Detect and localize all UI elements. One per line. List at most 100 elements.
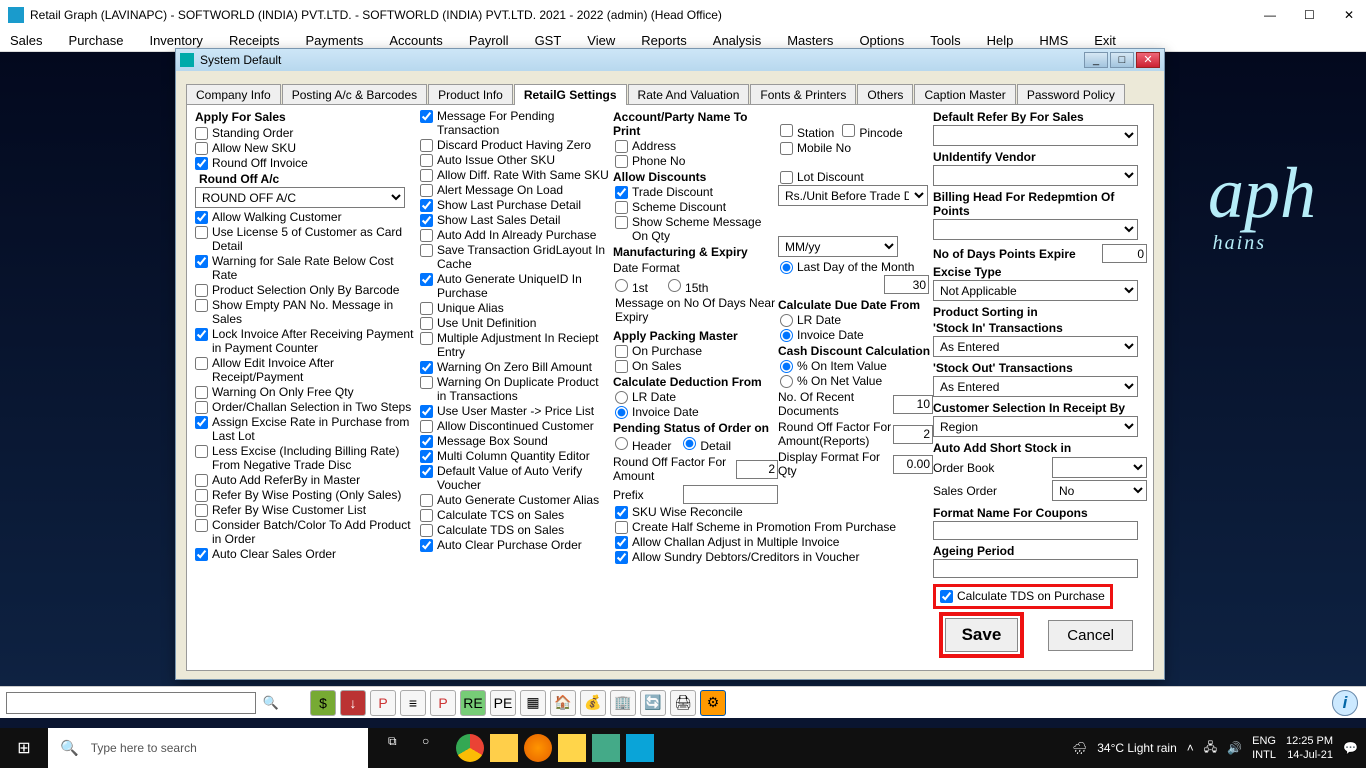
radio-invoice-date-ded[interactable] <box>615 406 628 419</box>
chk-auto-gen-cust-alias[interactable] <box>420 494 433 507</box>
tab-retailg-settings[interactable]: RetailG Settings <box>514 84 627 105</box>
menu-tools[interactable]: Tools <box>930 33 960 48</box>
chk-use-user-master-pricelist[interactable] <box>420 405 433 418</box>
chk-calc-tds-purchase[interactable] <box>940 590 953 603</box>
toolbar-icon-11[interactable]: 🏢 <box>610 690 636 716</box>
chk-consider-batch[interactable] <box>195 519 208 532</box>
radio-lr-date-ded[interactable] <box>615 391 628 404</box>
toolbar-icon-10[interactable]: 💰 <box>580 690 606 716</box>
chk-empty-pan[interactable] <box>195 299 208 312</box>
chrome-icon[interactable] <box>456 734 484 762</box>
chk-msg-box-sound[interactable] <box>420 435 433 448</box>
unidentify-vendor-select[interactable] <box>933 165 1138 186</box>
notifications-icon[interactable]: 💬 <box>1343 741 1358 755</box>
display-format-qty-input[interactable] <box>893 455 933 474</box>
cancel-button[interactable]: Cancel <box>1048 620 1133 651</box>
tab-product-info[interactable]: Product Info <box>428 84 513 105</box>
toolbar-icon-2[interactable]: ↓ <box>340 690 366 716</box>
tab-password-policy[interactable]: Password Policy <box>1017 84 1125 105</box>
radio-1st[interactable] <box>615 279 628 292</box>
chk-show-last-purchase[interactable] <box>420 199 433 212</box>
chk-multi-col-qty-editor[interactable] <box>420 450 433 463</box>
menu-gst[interactable]: GST <box>535 33 562 48</box>
network-icon[interactable]: 🖧 <box>1204 738 1217 759</box>
app-search-input[interactable] <box>6 692 256 714</box>
chk-assign-excise-rate[interactable] <box>195 416 208 429</box>
search-icon[interactable]: 🔍 <box>260 692 282 714</box>
order-book-select[interactable] <box>1052 457 1147 478</box>
chk-allow-new-sku[interactable] <box>195 142 208 155</box>
save-button[interactable]: Save <box>945 618 1019 652</box>
ageing-period-input[interactable] <box>933 559 1138 578</box>
chk-order-challan-two-steps[interactable] <box>195 401 208 414</box>
chk-pincode[interactable] <box>842 124 855 137</box>
minimize-icon[interactable]: — <box>1264 8 1278 22</box>
stock-in-select[interactable]: As Entered <box>933 336 1138 357</box>
chk-calc-tds-sales[interactable] <box>420 524 433 537</box>
toolbar-icon-9[interactable]: 🏠 <box>550 690 576 716</box>
chk-station[interactable] <box>780 124 793 137</box>
toolbar-icon-4[interactable]: ≡ <box>400 690 426 716</box>
default-refer-by-select[interactable] <box>933 125 1138 146</box>
menu-inventory[interactable]: Inventory <box>149 33 202 48</box>
toolbar-icon-13[interactable]: 🖨 <box>670 690 696 716</box>
round-off-factor-input[interactable] <box>736 460 778 479</box>
menu-analysis[interactable]: Analysis <box>713 33 761 48</box>
menu-options[interactable]: Options <box>859 33 904 48</box>
chk-create-half-scheme[interactable] <box>615 521 628 534</box>
menu-payroll[interactable]: Payroll <box>469 33 509 48</box>
clock[interactable]: 12:25 PM14-Jul-21 <box>1286 734 1333 762</box>
taskbar-search[interactable]: 🔍 Type here to search <box>48 728 368 768</box>
rof-reports-input[interactable] <box>893 425 933 444</box>
chk-auto-clear-sales-order[interactable] <box>195 548 208 561</box>
chk-allow-sundry[interactable] <box>615 551 628 564</box>
stock-out-select[interactable]: As Entered <box>933 376 1138 397</box>
menu-view[interactable]: View <box>587 33 615 48</box>
chk-lot-discount[interactable] <box>780 171 793 184</box>
menu-purchase[interactable]: Purchase <box>69 33 124 48</box>
chk-product-sel-barcode[interactable] <box>195 284 208 297</box>
app-icon-1[interactable] <box>592 734 620 762</box>
file-explorer-icon[interactable] <box>490 734 518 762</box>
chk-phone[interactable] <box>615 155 628 168</box>
cust-sel-receipt-select[interactable]: Region <box>933 416 1138 437</box>
tab-others[interactable]: Others <box>857 84 913 105</box>
sticky-notes-icon[interactable] <box>558 734 586 762</box>
chk-referby-customer-list[interactable] <box>195 504 208 517</box>
app-icon-2[interactable] <box>626 734 654 762</box>
task-view-icon[interactable]: ⧉ <box>388 734 416 762</box>
chk-allow-discontinued-cust[interactable] <box>420 420 433 433</box>
chk-allow-edit-invoice[interactable] <box>195 357 208 370</box>
chk-round-off-invoice[interactable] <box>195 157 208 170</box>
chk-referby-posting[interactable] <box>195 489 208 502</box>
menu-hms[interactable]: HMS <box>1039 33 1068 48</box>
chk-scheme-discount[interactable] <box>615 201 628 214</box>
menu-reports[interactable]: Reports <box>641 33 687 48</box>
toolbar-icon-5[interactable]: P <box>430 690 456 716</box>
chk-alert-on-load[interactable] <box>420 184 433 197</box>
chk-mobile[interactable] <box>780 142 793 155</box>
billing-head-select[interactable] <box>933 219 1138 240</box>
chk-sku-reconcile[interactable] <box>615 506 628 519</box>
dialog-minimize-icon[interactable]: _ <box>1084 52 1108 68</box>
toolbar-icon-1[interactable]: $ <box>310 690 336 716</box>
chk-default-auto-verify[interactable] <box>420 465 433 478</box>
tab-rate-valuation[interactable]: Rate And Valuation <box>628 84 750 105</box>
chk-warn-sale-rate[interactable] <box>195 255 208 268</box>
radio-invoice-date-due[interactable] <box>780 329 793 342</box>
radio-pct-net-value[interactable] <box>780 375 793 388</box>
chk-auto-issue-other-sku[interactable] <box>420 154 433 167</box>
start-button[interactable]: ⊞ <box>0 728 48 768</box>
toolbar-icon-7[interactable]: PE <box>490 690 516 716</box>
menu-masters[interactable]: Masters <box>787 33 833 48</box>
days-points-expire-input[interactable] <box>1102 244 1147 263</box>
days-expiry-input[interactable] <box>884 275 929 294</box>
menu-receipts[interactable]: Receipts <box>229 33 280 48</box>
radio-pending-detail[interactable] <box>683 437 696 450</box>
recent-docs-input[interactable] <box>893 395 933 414</box>
chk-warn-zero-bill[interactable] <box>420 361 433 374</box>
chk-calc-tcs-sales[interactable] <box>420 509 433 522</box>
maximize-icon[interactable]: ☐ <box>1304 8 1318 22</box>
chk-address[interactable] <box>615 140 628 153</box>
chk-trade-discount[interactable] <box>615 186 628 199</box>
